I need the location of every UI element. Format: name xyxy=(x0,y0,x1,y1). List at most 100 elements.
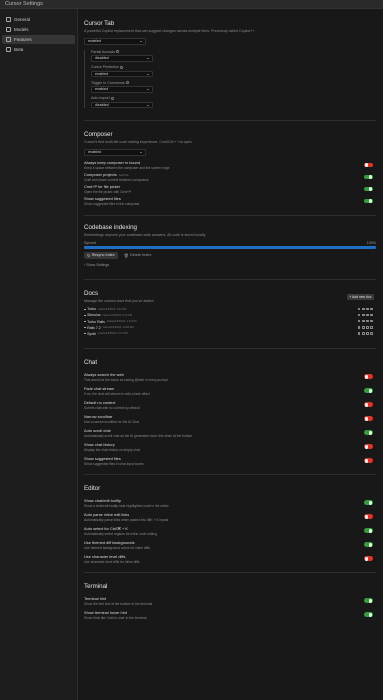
toggle-switch[interactable] xyxy=(364,430,373,436)
link-icon[interactable] xyxy=(361,325,365,329)
terminal-title: Terminal xyxy=(84,583,108,591)
toggle-switch[interactable] xyxy=(364,402,373,408)
doc-name: Turbo xyxy=(87,307,97,312)
doc-indexed-date: indexed 8/30/24, 1:12 PM xyxy=(106,320,137,323)
edit-icon[interactable] xyxy=(357,331,361,335)
toggle-switch[interactable] xyxy=(364,198,373,204)
composer-select[interactable]: enabled xyxy=(84,149,146,156)
trash-icon[interactable] xyxy=(370,325,373,329)
divider xyxy=(84,120,376,121)
cursor-prediction-select[interactable]: enabled xyxy=(91,70,153,77)
chat-setting-row: Show chat history Display the chat histor… xyxy=(84,440,376,452)
setting-title: Use character level diffs xyxy=(84,553,126,559)
help-icon[interactable] xyxy=(120,65,124,69)
cursor-tab-select[interactable]: enabled xyxy=(84,38,146,45)
refresh-icon: ↻ xyxy=(87,253,91,258)
setting-title: Show terminal hover hint xyxy=(84,609,127,615)
divider xyxy=(84,278,376,280)
setting-cmd-p-file-picker: Cmd+P for file picker Open the file picke… xyxy=(84,183,376,195)
toggle-switch[interactable] xyxy=(364,388,373,394)
setting-title: Narrow scrollbar xyxy=(84,413,113,419)
help-icon[interactable] xyxy=(116,50,120,54)
indexing-status: Synced 100% xyxy=(84,241,376,245)
toggle-switch[interactable] xyxy=(364,542,373,548)
cursor-prediction-label: Cursor Prediction xyxy=(91,65,376,69)
doc-name: Rails 7.2 xyxy=(87,325,101,330)
sidebar-item-models[interactable]: Models xyxy=(2,25,75,34)
refresh-icon[interactable] xyxy=(366,313,369,317)
setting-title: Show chat history xyxy=(84,441,115,447)
sidebar-item-general[interactable]: General xyxy=(2,15,75,24)
indexing-desc: Embeddings improve your codebase-wide an… xyxy=(84,232,207,237)
setting-desc: Show the hint text at the bottom of the … xyxy=(84,601,153,606)
trash-icon[interactable] xyxy=(370,319,373,323)
editor-title: Editor xyxy=(84,485,101,493)
partial-accepts-select[interactable]: disabled xyxy=(91,55,153,62)
help-icon[interactable] xyxy=(126,81,130,85)
toggle-switch[interactable] xyxy=(364,528,373,534)
beta-icon xyxy=(6,47,11,52)
edit-icon[interactable] xyxy=(357,313,361,317)
toggle-switch[interactable] xyxy=(364,556,373,562)
refresh-icon[interactable] xyxy=(366,307,369,311)
auto-import-select[interactable]: disabled xyxy=(91,101,153,108)
toggle-switch[interactable] xyxy=(364,174,373,180)
link-icon[interactable] xyxy=(361,307,365,311)
doc-indexed-date: indexed 8/30/24, 8:13 PM xyxy=(102,313,133,317)
bullet-icon xyxy=(84,326,86,329)
sync-status: Synced xyxy=(84,240,96,245)
toggle-switch[interactable] xyxy=(364,186,373,192)
toggle-switch[interactable] xyxy=(364,416,373,422)
link-icon[interactable] xyxy=(361,319,365,323)
toggle-switch[interactable] xyxy=(364,374,373,380)
settings-panel[interactable]: Cursor Tab A powerful Copilot replacemen… xyxy=(78,9,383,700)
show-settings-toggle[interactable]: › Show Settings xyxy=(84,263,376,267)
divider xyxy=(84,348,376,350)
setting-composer-suggested-files: Show suggested files Show suggested files… xyxy=(84,195,376,207)
chat-setting-row: Fade chat stream If on, the chat will str… xyxy=(84,384,376,396)
setting-title: Terminal hint xyxy=(84,595,107,601)
refresh-icon[interactable] xyxy=(366,331,369,335)
trigger-in-comments-select[interactable]: enabled xyxy=(91,86,153,93)
doc-list-item: Rails 7.2 indexed 8/30/24, 10:58 AM xyxy=(84,325,376,331)
toggle-switch[interactable] xyxy=(364,162,373,168)
trigger-in-comments-label: Trigger In Comments xyxy=(91,81,376,85)
composer-title: Composer xyxy=(84,131,113,138)
refresh-icon[interactable] xyxy=(366,319,369,323)
edit-icon[interactable] xyxy=(357,325,361,329)
doc-indexed-date: indexed 8/30/24, 10:58 AM xyxy=(102,326,134,330)
refresh-icon[interactable] xyxy=(366,325,369,329)
edit-icon[interactable] xyxy=(357,319,361,323)
trash-icon[interactable] xyxy=(370,331,373,335)
doc-name: Stimulus xyxy=(87,313,101,318)
edit-icon[interactable] xyxy=(357,307,361,311)
chat-setting-row: Default no context Submit chat with no co… xyxy=(84,398,376,410)
toggle-switch[interactable] xyxy=(364,444,373,450)
trash-icon[interactable] xyxy=(370,313,373,317)
alpha-badge: ALPHA xyxy=(118,173,129,177)
toggle-switch[interactable] xyxy=(364,500,373,506)
toggle-switch[interactable] xyxy=(364,458,373,464)
link-icon[interactable] xyxy=(361,331,365,335)
link-icon[interactable] xyxy=(361,313,365,317)
divider xyxy=(84,474,376,476)
chat-setting-row: Always search the web This would be the s… xyxy=(84,370,376,382)
trash-icon[interactable] xyxy=(370,307,373,311)
doc-list-item: Stimulus indexed 8/30/24, 8:13 PM xyxy=(84,313,376,319)
toggle-switch[interactable] xyxy=(364,598,373,604)
toggle-switch[interactable] xyxy=(364,612,373,618)
terminal-setting-row: Show terminal hover hint Show hints like … xyxy=(84,608,376,620)
add-new-doc-button[interactable]: + Add new doc xyxy=(346,293,374,300)
doc-name: Turbo Rails xyxy=(87,319,105,324)
toggle-switch[interactable] xyxy=(364,514,373,520)
sidebar-item-features[interactable]: Features xyxy=(2,35,75,44)
resync-index-button[interactable]: ↻ Resync Index xyxy=(84,251,118,259)
setting-desc: Show hints like 'Add to chat' in the ter… xyxy=(84,615,147,620)
delete-index-button[interactable]: 🗑 Delete Index xyxy=(121,252,155,259)
setting-desc: Use a narrow scrollbar for the AI Chat xyxy=(84,419,139,424)
doc-list-item: Synth indexed 8/30/24, 4:37 PM xyxy=(84,331,376,337)
setting-desc: If on, the chat will stream in with a fa… xyxy=(84,391,150,396)
sidebar-item-beta[interactable]: Beta xyxy=(2,45,75,54)
help-icon[interactable] xyxy=(111,96,115,100)
cube-icon xyxy=(6,27,11,32)
